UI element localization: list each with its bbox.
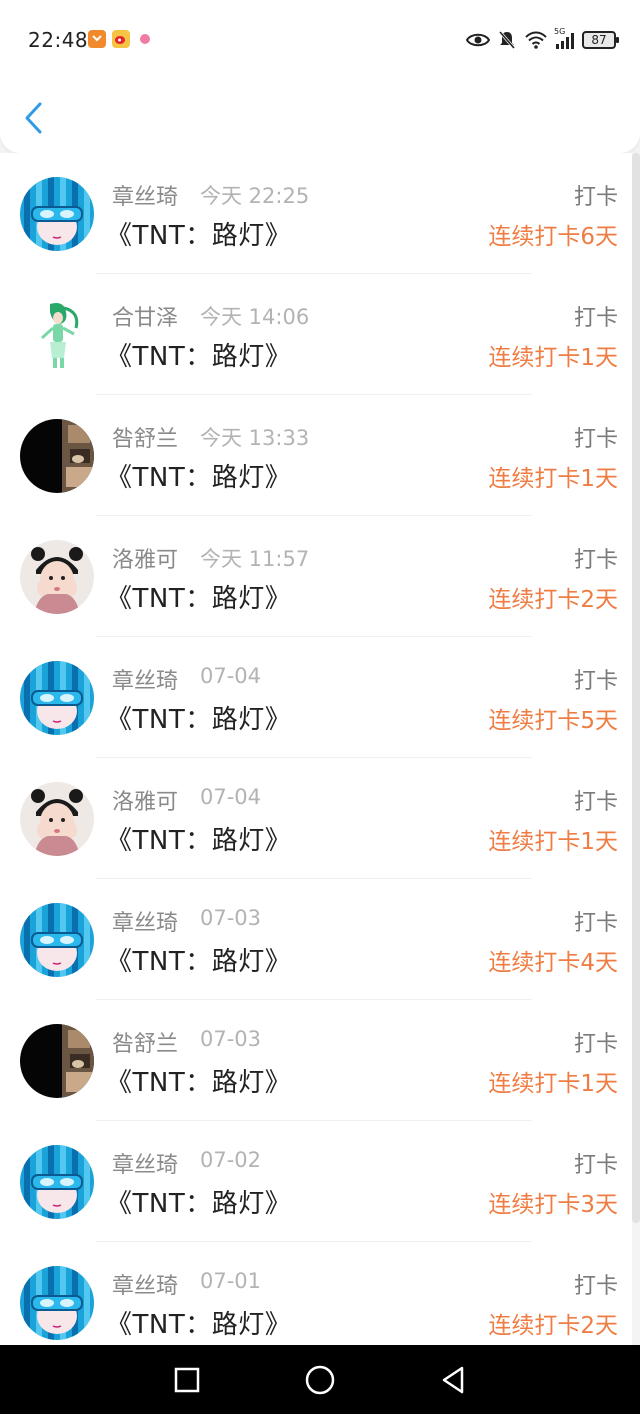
checkin-list-item[interactable]: 章丝琦 今天 22:25 《TNT：路灯》 打卡连续打卡6天 — [0, 153, 632, 274]
streak-label: 连续打卡1天 — [488, 829, 618, 855]
book-title[interactable]: 《TNT：路灯》 — [106, 820, 291, 857]
book-title[interactable]: 《TNT：路灯》 — [106, 699, 291, 736]
app-notification-icon — [88, 30, 106, 48]
checkin-time: 今天 22:25 — [200, 184, 310, 208]
book-title[interactable]: 《TNT：路灯》 — [106, 215, 291, 252]
checkin-list-item[interactable]: 咎舒兰 07-03 《TNT：路灯》 打卡连续打卡1天 — [0, 1000, 632, 1121]
streak-label: 连续打卡1天 — [488, 345, 618, 371]
user-name[interactable]: 咎舒兰 — [112, 421, 178, 453]
book-title[interactable]: 《TNT：路灯》 — [106, 578, 291, 615]
checkin-type-label: 打卡 — [573, 548, 618, 573]
book-title[interactable]: 《TNT：路灯》 — [106, 941, 291, 978]
streak-label: 连续打卡1天 — [488, 466, 618, 492]
book-title[interactable]: 《TNT：路灯》 — [106, 457, 291, 494]
checkin-type-label: 打卡 — [573, 911, 618, 936]
streak-label: 连续打卡1天 — [488, 1071, 618, 1097]
checkin-list-item[interactable]: 合甘泽 今天 14:06 《TNT：路灯》 打卡连续打卡1天 — [0, 274, 632, 395]
weibo-icon — [112, 30, 130, 48]
streak-label: 连续打卡5天 — [488, 708, 618, 734]
user-name[interactable]: 章丝琦 — [112, 1268, 178, 1300]
checkin-type-label: 打卡 — [573, 306, 618, 331]
checkin-list-item[interactable]: 洛雅可 今天 11:57 《TNT：路灯》 打卡连续打卡2天 — [0, 516, 632, 637]
network-label: 5G — [554, 27, 566, 36]
streak-label: 连续打卡2天 — [488, 1313, 618, 1339]
user-name[interactable]: 洛雅可 — [112, 784, 178, 816]
checkin-time: 07-04 — [200, 785, 262, 809]
wifi-icon — [525, 31, 547, 49]
avatar[interactable] — [20, 419, 94, 493]
checkin-type-label: 打卡 — [573, 1274, 618, 1299]
checkin-list-item[interactable]: 咎舒兰 今天 13:33 《TNT：路灯》 打卡连续打卡1天 — [0, 395, 632, 516]
checkin-list-item[interactable]: 章丝琦 07-01 《TNT：路灯》 打卡连续打卡2天 — [0, 1242, 632, 1345]
checkin-time: 今天 11:57 — [200, 547, 310, 571]
checkin-time: 今天 13:33 — [200, 426, 310, 450]
system-back-button[interactable] — [433, 1360, 473, 1400]
book-title[interactable]: 《TNT：路灯》 — [106, 1304, 291, 1341]
checkin-list-item[interactable]: 章丝琦 07-03 《TNT：路灯》 打卡连续打卡4天 — [0, 879, 632, 1000]
battery-indicator: 87 — [582, 31, 619, 49]
back-button[interactable] — [18, 96, 54, 140]
checkin-list-item[interactable]: 章丝琦 07-04 《TNT：路灯》 打卡连续打卡5天 — [0, 637, 632, 758]
user-name[interactable]: 章丝琦 — [112, 179, 178, 211]
checkin-time: 07-04 — [200, 664, 262, 688]
dot-icon — [140, 34, 150, 44]
checkin-type-label: 打卡 — [573, 790, 618, 815]
system-nav-bar — [0, 1345, 640, 1414]
streak-label: 连续打卡2天 — [488, 587, 618, 613]
checkin-list-item[interactable]: 洛雅可 07-04 《TNT：路灯》 打卡连续打卡1天 — [0, 758, 632, 879]
checkin-type-label: 打卡 — [573, 1032, 618, 1057]
square-icon — [174, 1367, 199, 1392]
chevron-left-icon — [25, 102, 42, 134]
avatar[interactable] — [20, 782, 94, 856]
eye-icon — [466, 33, 490, 47]
avatar[interactable] — [20, 903, 94, 977]
avatar[interactable] — [20, 298, 94, 372]
user-name[interactable]: 合甘泽 — [112, 300, 178, 332]
avatar[interactable] — [20, 1145, 94, 1219]
book-title[interactable]: 《TNT：路灯》 — [106, 1062, 291, 1099]
avatar[interactable] — [20, 540, 94, 614]
checkin-time: 07-01 — [200, 1269, 262, 1293]
signal-icon: 5G — [554, 27, 574, 49]
checkin-time: 07-03 — [200, 906, 262, 930]
triangle-back-icon — [443, 1366, 464, 1393]
checkin-time: 07-02 — [200, 1148, 262, 1172]
checkin-time: 07-03 — [200, 1027, 262, 1051]
user-name[interactable]: 章丝琦 — [112, 905, 178, 937]
circle-icon — [305, 1365, 335, 1394]
avatar[interactable] — [20, 1024, 94, 1098]
notification-icons — [88, 30, 150, 48]
mute-bell-icon — [498, 31, 516, 49]
home-button[interactable] — [300, 1360, 340, 1400]
checkin-type-label: 打卡 — [573, 185, 618, 210]
status-indicators: 5G 87 — [466, 27, 619, 50]
checkin-list-item[interactable]: 章丝琦 07-02 《TNT：路灯》 打卡连续打卡3天 — [0, 1121, 632, 1242]
avatar[interactable] — [20, 661, 94, 735]
status-time: 22:48 — [28, 28, 89, 52]
checkin-time: 今天 14:06 — [200, 305, 310, 329]
scrollbar[interactable] — [632, 153, 640, 1223]
user-name[interactable]: 咎舒兰 — [112, 1026, 178, 1058]
checkin-type-label: 打卡 — [573, 1153, 618, 1178]
streak-label: 连续打卡4天 — [488, 950, 618, 976]
streak-label: 连续打卡3天 — [488, 1192, 618, 1218]
user-name[interactable]: 章丝琦 — [112, 1147, 178, 1179]
book-title[interactable]: 《TNT：路灯》 — [106, 336, 291, 373]
checkin-type-label: 打卡 — [573, 427, 618, 452]
user-name[interactable]: 洛雅可 — [112, 542, 178, 574]
app-header: 22:48 5G 87 — [0, 0, 640, 153]
avatar[interactable] — [20, 1266, 94, 1340]
recent-apps-button[interactable] — [167, 1360, 207, 1400]
avatar[interactable] — [20, 177, 94, 251]
checkin-list: 章丝琦 今天 22:25 《TNT：路灯》 打卡 连续打卡6天 合甘泽 今天 14:06 《T… — [0, 153, 632, 1345]
streak-label: 连续打卡6天 — [488, 224, 618, 250]
book-title[interactable]: 《TNT：路灯》 — [106, 1183, 291, 1220]
user-name[interactable]: 章丝琦 — [112, 663, 178, 695]
checkin-type-label: 打卡 — [573, 669, 618, 694]
